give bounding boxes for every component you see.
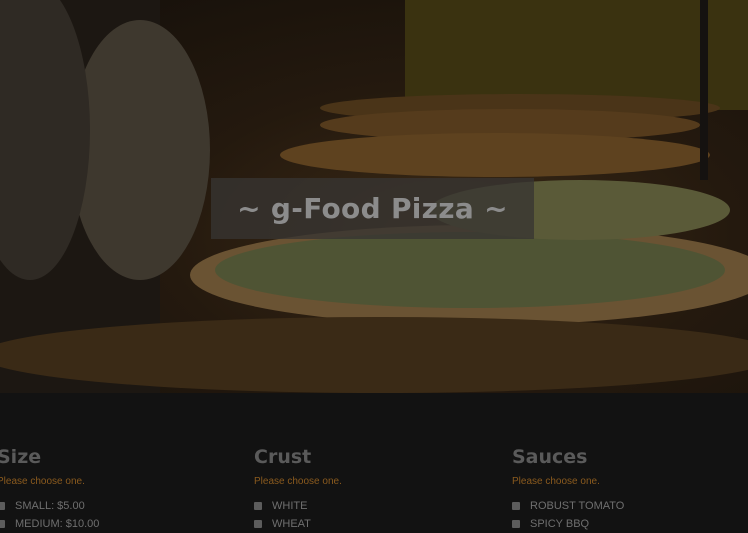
size-section: Size Please choose one. SMALL: $5.00 MED…: [0, 445, 99, 533]
sauces-section: Sauces Please choose one. ROBUST TOMATO …: [512, 445, 624, 533]
sauces-heading: Sauces: [512, 446, 588, 468]
sauces-hint: Please choose one.: [512, 476, 600, 487]
crust-option-white[interactable]: WHITE: [254, 497, 342, 515]
size-options: SMALL: $5.00 MEDIUM: $10.00: [0, 497, 99, 533]
size-medium-label: MEDIUM: $10.00: [15, 518, 100, 530]
crust-options: WHITE WHEAT: [254, 497, 342, 533]
size-small-checkbox[interactable]: [0, 502, 5, 510]
crust-heading: Crust: [254, 446, 312, 468]
crust-hint: Please choose one.: [254, 476, 342, 487]
size-option-medium[interactable]: MEDIUM: $10.00: [0, 515, 99, 533]
size-hint: Please choose one.: [0, 476, 85, 487]
sauce-spicy-bbq-label: SPICY BBQ: [530, 518, 590, 530]
pizza-options: Size Please choose one. SMALL: $5.00 MED…: [0, 393, 748, 530]
sauce-option-spicy-bbq[interactable]: SPICY BBQ: [512, 515, 624, 533]
size-option-small[interactable]: SMALL: $5.00: [0, 497, 99, 515]
size-small-label: SMALL: $5.00: [15, 500, 85, 512]
sauce-robust-tomato-checkbox[interactable]: [512, 502, 520, 510]
crust-option-wheat[interactable]: WHEAT: [254, 515, 342, 533]
sauce-robust-tomato-label: ROBUST TOMATO: [530, 500, 625, 512]
crust-wheat-checkbox[interactable]: [254, 520, 262, 528]
crust-white-checkbox[interactable]: [254, 502, 262, 510]
hero-title-box: ~ g-Food Pizza ~: [211, 178, 534, 239]
page-title: ~ g-Food Pizza ~: [237, 192, 508, 225]
size-heading: Size: [0, 446, 42, 468]
sauces-options: ROBUST TOMATO SPICY BBQ: [512, 497, 624, 533]
crust-white-label: WHITE: [272, 500, 308, 512]
sauce-option-robust-tomato[interactable]: ROBUST TOMATO: [512, 497, 624, 515]
crust-section: Crust Please choose one. WHITE WHEAT: [254, 445, 342, 533]
hero-banner: ~ g-Food Pizza ~: [0, 0, 748, 393]
crust-wheat-label: WHEAT: [272, 518, 311, 530]
size-medium-checkbox[interactable]: [0, 520, 5, 528]
sauce-spicy-bbq-checkbox[interactable]: [512, 520, 520, 528]
